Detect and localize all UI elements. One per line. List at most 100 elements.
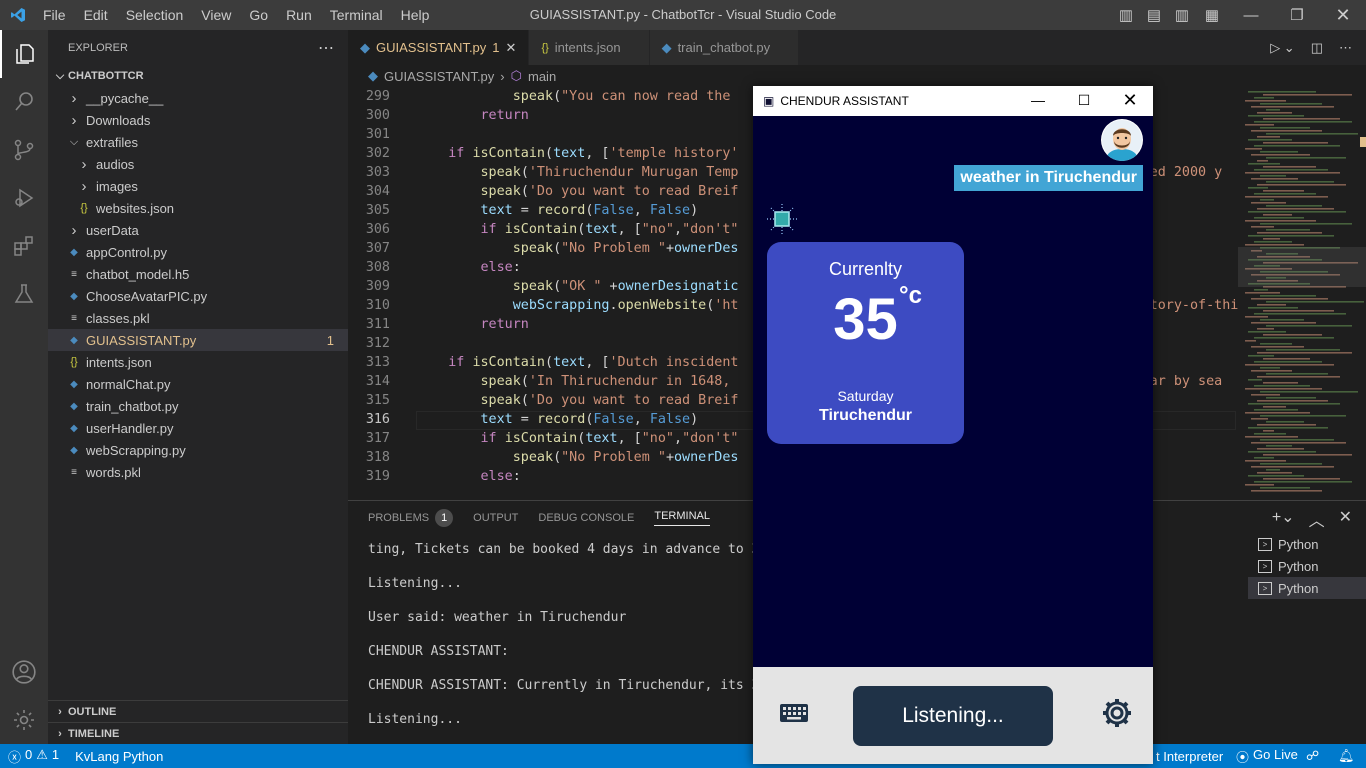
settings-gear-icon[interactable] <box>1101 697 1133 734</box>
code-line: if isContain(text, ['Dutch inscident <box>448 355 739 370</box>
outline-label: OUTLINE <box>68 705 117 718</box>
menu-item[interactable]: View <box>194 0 242 30</box>
extensions-icon[interactable] <box>0 222 48 270</box>
timeline-section[interactable]: › TIMELINE <box>48 722 348 744</box>
run-debug-icon[interactable] <box>0 174 48 222</box>
tree-item[interactable]: ◆ userHandler.py <box>48 417 348 439</box>
menu-item[interactable]: Run <box>279 0 323 30</box>
tree-item[interactable]: ≡ classes.pkl <box>48 307 348 329</box>
tab-guiassistant[interactable]: ◆ GUIASSISTANT.py 1 ✕ <box>348 30 530 65</box>
file-icon: ≡ <box>71 312 77 324</box>
line-number: 314 <box>365 374 390 389</box>
keyboard-icon[interactable] <box>779 703 809 728</box>
more-actions-icon[interactable]: ⋯ <box>318 38 334 58</box>
tree-item[interactable]: ◆ normalChat.py <box>48 373 348 395</box>
python-file-icon: ◆ <box>368 68 378 83</box>
settings-gear-icon[interactable] <box>0 696 48 744</box>
run-file-icon[interactable]: ▷ ⌄ <box>1270 40 1295 56</box>
menu-item[interactable]: Edit <box>77 0 119 30</box>
status-bar: ⓧ 0 ⚠ 1 KvLang Python t Interpreter ⦿ Go Li… <box>0 744 1366 768</box>
toggle-panel-icon[interactable]: ▤ <box>1140 6 1168 24</box>
close-tab-icon[interactable]: ✕ <box>506 40 517 56</box>
more-actions-icon[interactable]: ⋯ <box>1339 40 1352 56</box>
source-control-icon[interactable] <box>0 126 48 174</box>
tab-problems[interactable]: PROBLEMS 1 <box>368 509 454 527</box>
tab-terminal[interactable]: TERMINAL <box>654 510 710 526</box>
tree-item[interactable]: ◆ webScrapping.py <box>48 439 348 461</box>
python-file-icon: ◆ <box>70 290 78 302</box>
minimize-button[interactable]: — <box>1228 7 1274 24</box>
search-icon[interactable] <box>0 78 48 126</box>
maximize-panel-icon[interactable]: ︿ <box>1309 507 1325 531</box>
explorer-icon[interactable] <box>0 30 48 78</box>
tab-train-chatbot[interactable]: ◆ train_chatbot.py <box>649 30 800 65</box>
terminal-item[interactable]: > Python <box>1248 533 1366 555</box>
restore-button[interactable]: ❐ <box>1274 6 1320 24</box>
menu-item[interactable]: Selection <box>119 0 195 30</box>
tab-output[interactable]: OUTPUT <box>473 512 518 524</box>
terminal-output[interactable]: ting, Tickets can be booked 4 days in ad… <box>368 541 798 728</box>
toggle-sidebar-icon[interactable]: ▥ <box>1112 6 1140 24</box>
listening-button[interactable]: Listening... <box>853 686 1053 746</box>
python-interpreter[interactable]: t Interpreter <box>1156 749 1223 764</box>
line-number: 308 <box>365 260 390 275</box>
tree-item[interactable]: › __pycache__ <box>48 87 348 109</box>
toggle-secondary-sidebar-icon[interactable]: ▥ <box>1168 6 1196 24</box>
testing-icon[interactable] <box>0 270 48 318</box>
tab-label: train_chatbot.py <box>677 40 771 55</box>
language-mode[interactable]: KvLang Python <box>67 749 171 764</box>
tab-debug-console[interactable]: DEBUG CONSOLE <box>538 512 634 524</box>
terminal-item[interactable]: > Python <box>1248 555 1366 577</box>
workspace-root[interactable]: ⌵ CHATBOTTCR <box>48 65 348 87</box>
tree-item-label: GUIASSISTANT.py <box>86 332 197 348</box>
line-number: 301 <box>365 127 390 142</box>
tree-item[interactable]: › images <box>48 175 348 197</box>
line-number: 303 <box>365 165 390 180</box>
tab-problem-count: 1 <box>492 40 500 55</box>
code-line: return <box>480 317 529 332</box>
app-minimize-button[interactable]: — <box>1015 86 1061 116</box>
tree-item[interactable]: {} intents.json <box>48 351 348 373</box>
tree-item[interactable]: › userData <box>48 219 348 241</box>
breadcrumb-file[interactable]: GUIASSISTANT.py <box>384 69 494 84</box>
customize-layout-icon[interactable]: ▦ <box>1196 6 1228 24</box>
account-icon[interactable] <box>0 648 48 696</box>
tab-intents[interactable]: {} intents.json <box>529 30 650 65</box>
menu-item[interactable]: Terminal <box>323 0 394 30</box>
tree-item[interactable]: › Downloads <box>48 109 348 131</box>
menu-item[interactable]: File <box>36 0 77 30</box>
minimap[interactable] <box>1238 87 1366 500</box>
tree-item[interactable]: › audios <box>48 153 348 175</box>
new-terminal-icon[interactable]: +⌄ <box>1272 507 1295 531</box>
temperature-value: 35 <box>833 287 898 352</box>
tree-item[interactable]: ◆ GUIASSISTANT.py 1 <box>48 329 348 351</box>
close-panel-icon[interactable]: ✕ <box>1339 507 1352 531</box>
python-file-icon: ◆ <box>70 334 78 346</box>
tree-item[interactable]: {} websites.json <box>48 197 348 219</box>
app-close-button[interactable]: ✕ <box>1107 86 1153 116</box>
go-live-button[interactable]: ⦿ Go Live <box>1236 747 1298 766</box>
menu-item[interactable]: Help <box>394 0 441 30</box>
tree-item[interactable]: ≡ chatbot_model.h5 <box>48 263 348 285</box>
split-editor-icon[interactable]: ◫ <box>1311 40 1323 56</box>
tree-item[interactable]: ◆ appControl.py <box>48 241 348 263</box>
tree-item[interactable]: ≡ words.pkl <box>48 461 348 483</box>
tree-item[interactable]: ◆ train_chatbot.py <box>48 395 348 417</box>
window-controls: ▥ ▤ ▥ ▦ — ❐ ✕ <box>1112 0 1366 30</box>
menu-item[interactable]: Go <box>242 0 279 30</box>
problems-status[interactable]: ⓧ 0 ⚠ 1 <box>0 747 67 766</box>
feedback-icon[interactable]: ☍ <box>1306 748 1319 764</box>
tree-item[interactable]: ◆ ChooseAvatarPIC.py <box>48 285 348 307</box>
line-number: 309 <box>365 279 390 294</box>
terminal-item[interactable]: > Python <box>1248 577 1366 599</box>
notifications-bell-icon[interactable]: 🔔︎ <box>1338 748 1355 764</box>
tree-item[interactable]: ⌵ extrafiles <box>48 131 348 153</box>
avatar[interactable] <box>1101 119 1143 161</box>
outline-section[interactable]: › OUTLINE <box>48 700 348 722</box>
line-number: 302 <box>365 146 390 161</box>
line-number: 310 <box>365 298 390 313</box>
tree-item-label: appControl.py <box>86 244 167 260</box>
close-button[interactable]: ✕ <box>1320 5 1366 26</box>
breadcrumb-symbol[interactable]: main <box>528 69 556 84</box>
app-maximize-button[interactable]: ☐ <box>1061 86 1107 116</box>
